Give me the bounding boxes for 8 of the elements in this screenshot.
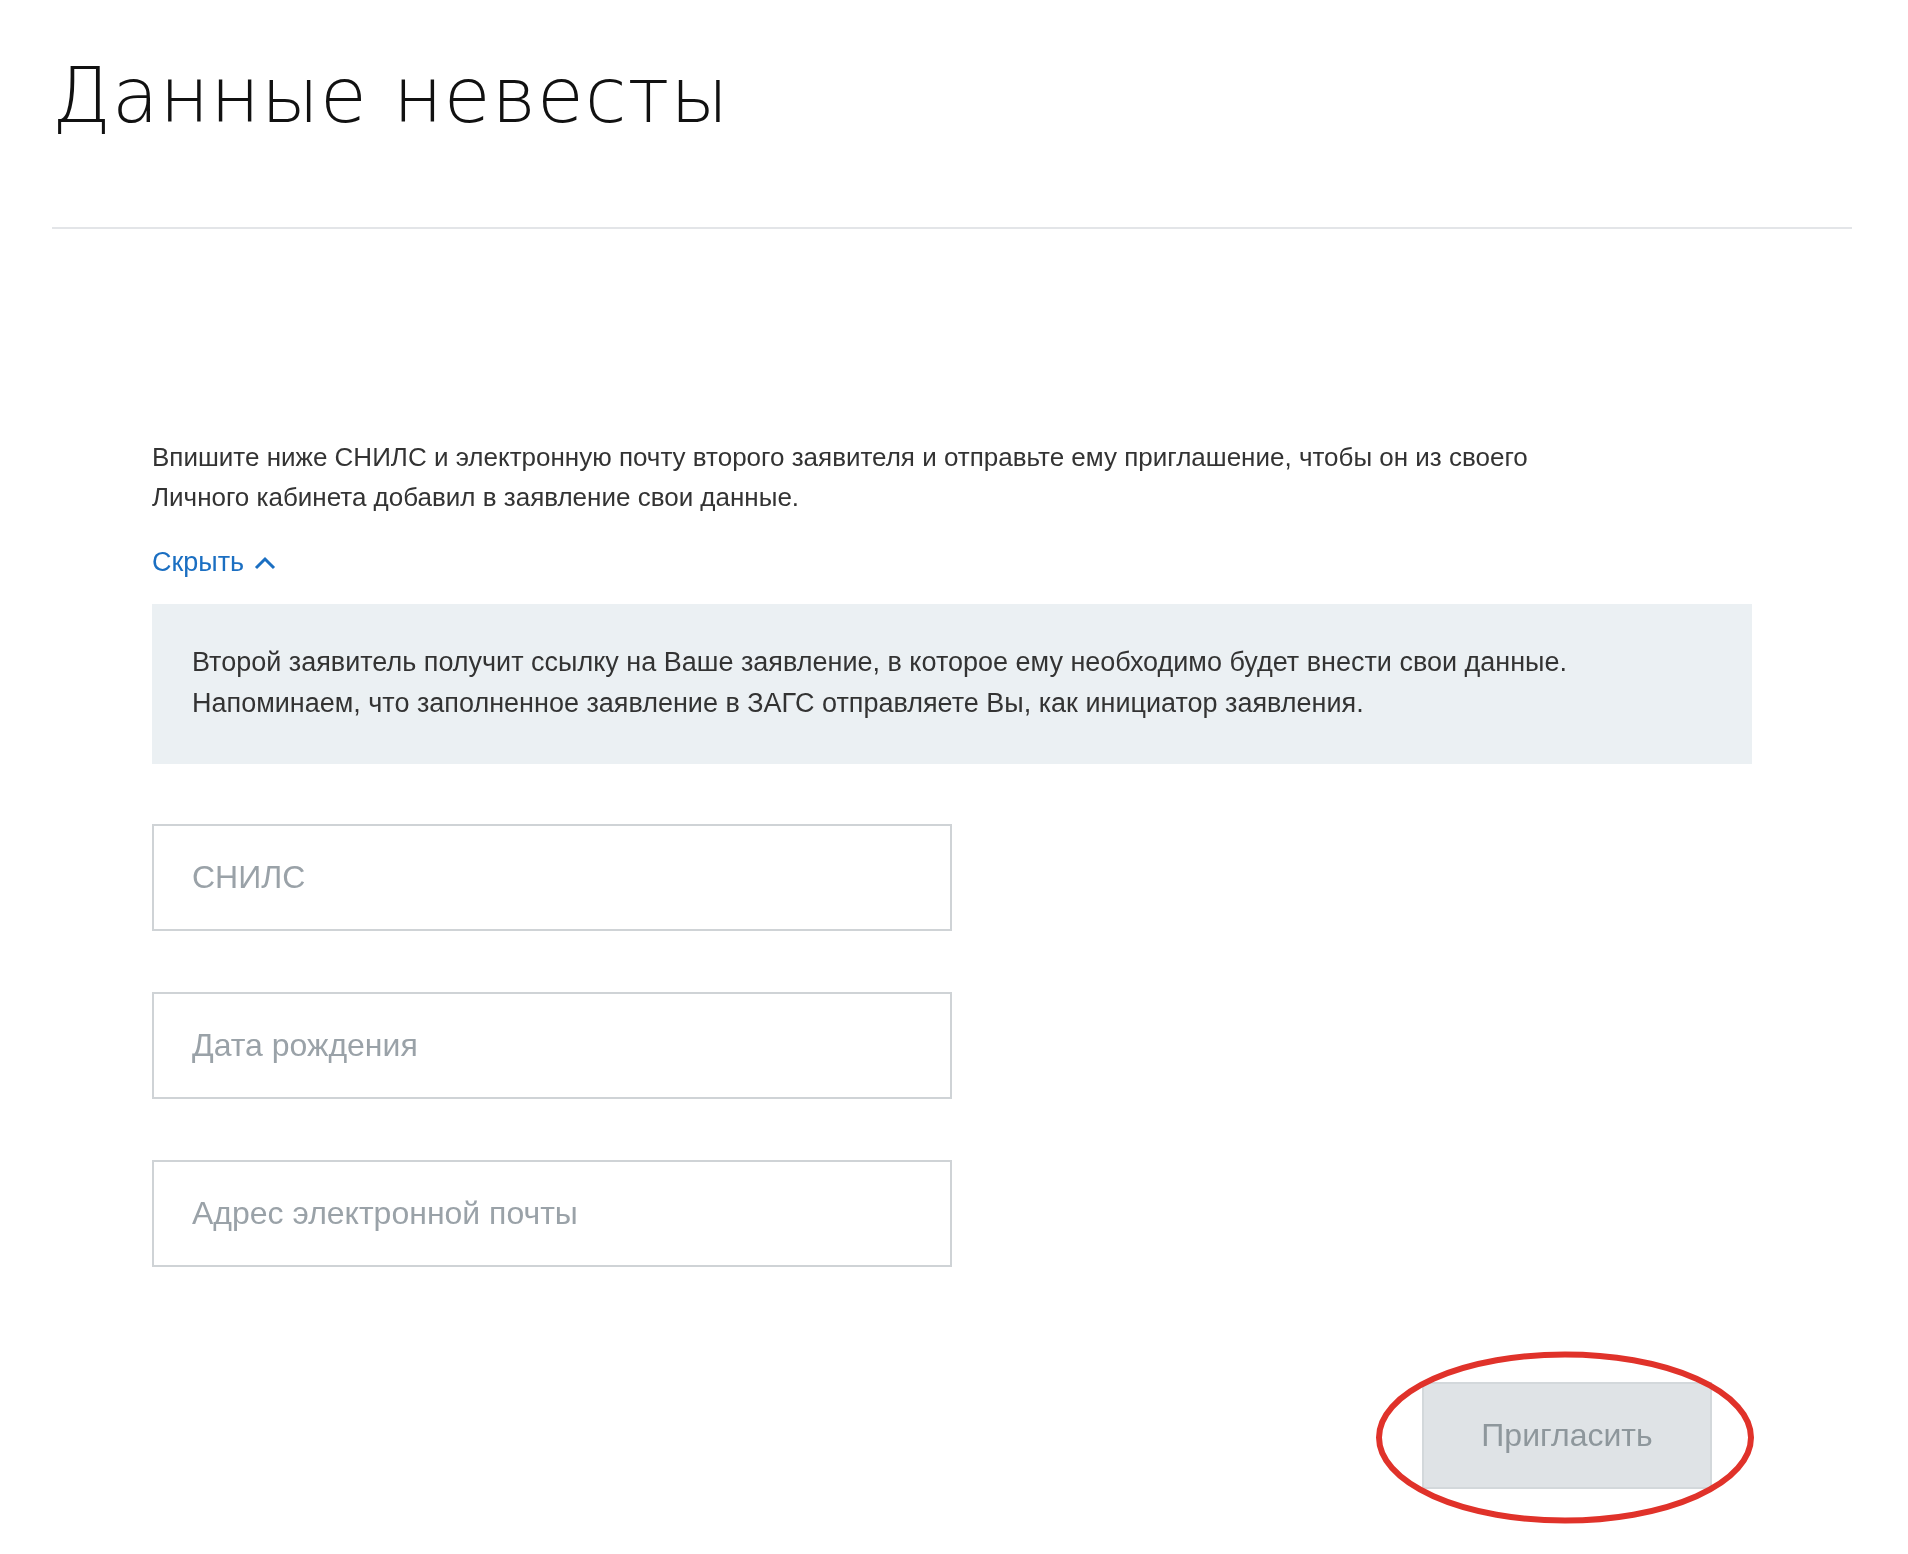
page-title: Данные невесты xyxy=(52,50,731,142)
chevron-icon xyxy=(254,555,277,570)
hide-link[interactable]: Скрыть xyxy=(152,547,277,579)
info-text: Второй заявитель получит ссылку на Ваше заявление, в которое ему необходимо будет внести свои данные. Напоминаем, что заполненное заявление в ЗАГС отправляете Вы, как инициатор заявления. xyxy=(192,646,1569,721)
input-field[interactable]: Адрес электронной почты xyxy=(152,1160,952,1268)
input-field[interactable]: СНИЛС xyxy=(152,824,952,932)
input-field[interactable]: Дата рождения xyxy=(152,992,952,1100)
description-text: Впишите ниже СНИЛС и электронную почту второго заявителя и отправьте ему приглашение, чтобы он из своего Личного кабинета добавил в заявление свои данные. xyxy=(152,441,1529,515)
